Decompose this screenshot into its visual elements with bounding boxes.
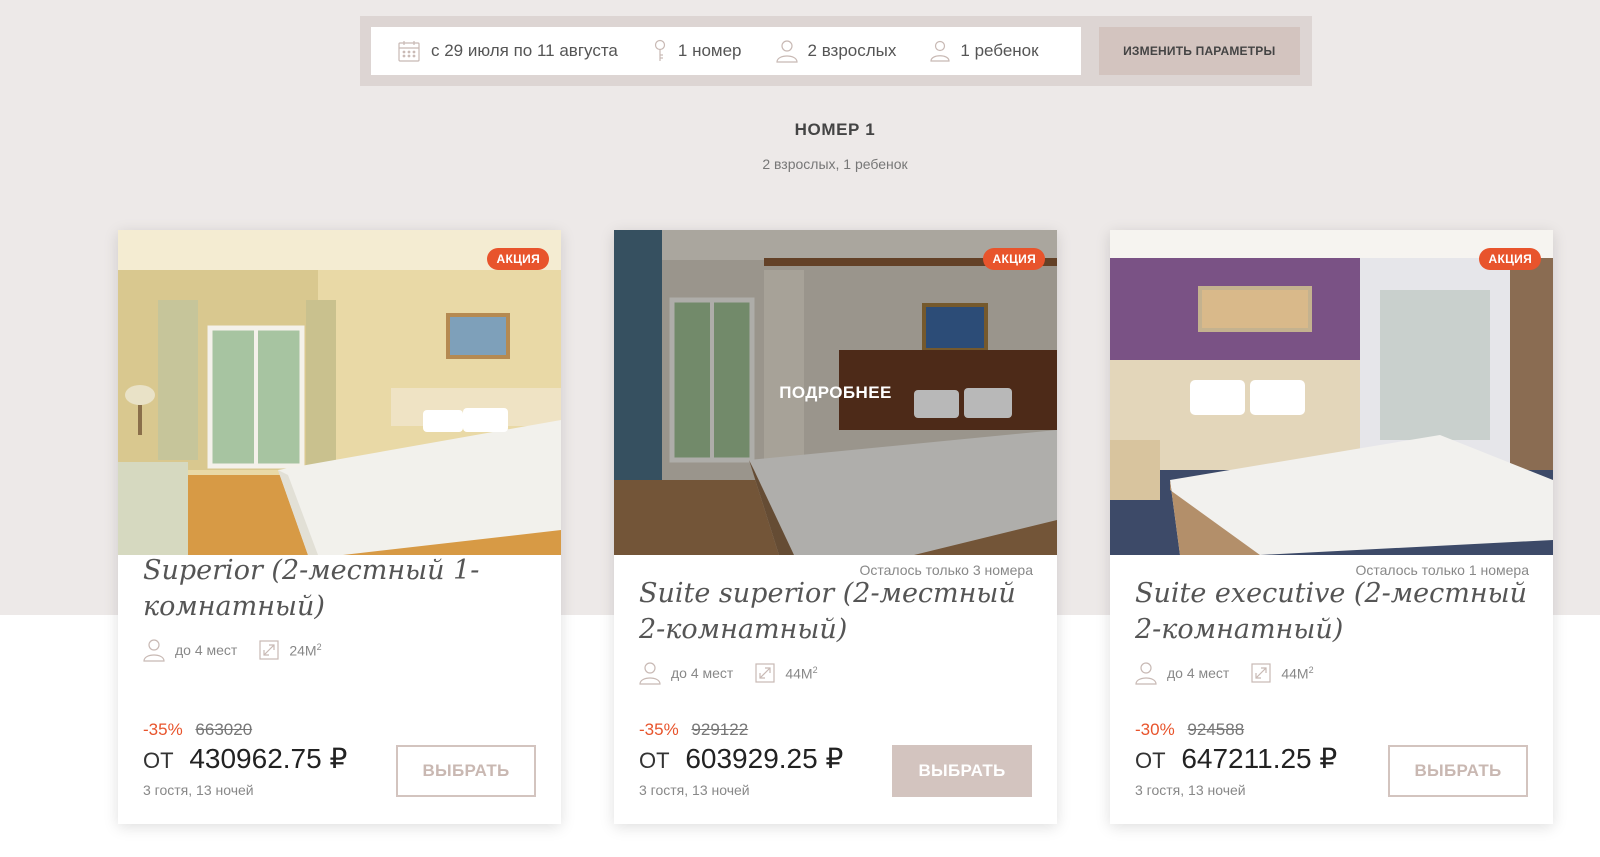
price-value: 603929.25 ₽ <box>685 743 844 774</box>
price-prefix: ОТ <box>639 748 670 773</box>
dates-field[interactable]: с 29 июля по 11 августа <box>397 39 618 63</box>
resize-icon <box>755 663 775 683</box>
old-price: 663020 <box>195 720 253 739</box>
person-icon <box>775 39 798 63</box>
discount-percent: -35% <box>639 720 679 739</box>
discount-line: -35% 663020 <box>143 720 252 740</box>
dates-text: с 29 июля по 11 августа <box>431 41 618 60</box>
promo-badge: АКЦИЯ <box>1479 248 1541 270</box>
children-text: 1 ребенок <box>960 41 1039 60</box>
promo-badge: АКЦИЯ <box>487 248 549 270</box>
discount-line: -30% 924588 <box>1135 720 1244 740</box>
area-text: 44М2 <box>785 664 818 682</box>
room-subtitle: 2 взрослых, 1 ребенок <box>762 156 908 172</box>
capacity-feature: до 4 мест <box>639 661 733 685</box>
search-fields: с 29 июля по 11 августа 1 номер 2 взросл… <box>371 27 1081 75</box>
rooms-text: 1 номер <box>677 41 742 60</box>
discount-percent: -30% <box>1135 720 1175 739</box>
person-icon <box>143 638 165 662</box>
change-parameters-button[interactable]: ИЗМЕНИТЬ ПАРАМЕТРЫ <box>1098 27 1300 75</box>
room-features: до 4 мест 24М2 <box>143 638 344 662</box>
room-name[interactable]: Superior (2-местный 1-комнатный) <box>143 553 543 625</box>
price-value: 647211.25 ₽ <box>1181 743 1338 774</box>
calendar-icon <box>397 39 421 63</box>
details-overlay[interactable]: ПОДРОБНЕЕ <box>614 230 1057 555</box>
price: ОТ 647211.25 ₽ <box>1135 742 1337 775</box>
room-name[interactable]: Suite superior (2-местный 2-комнатный) <box>639 576 1039 648</box>
search-summary-bar: с 29 июля по 11 августа 1 номер 2 взросл… <box>360 16 1312 86</box>
area-feature: 44М2 <box>755 663 818 683</box>
capacity-text: до 4 мест <box>671 665 734 681</box>
price-prefix: ОТ <box>143 748 174 773</box>
rooms-field[interactable]: 1 номер <box>652 39 742 63</box>
guests-nights: 3 гостя, 13 ночей <box>143 782 254 798</box>
room-card: ПОДРОБНЕЕ АКЦИЯ Осталось только 3 номера… <box>614 230 1057 824</box>
room-photo[interactable]: ПОДРОБНЕЕ АКЦИЯ <box>614 230 1057 555</box>
area-text: 44М2 <box>1281 664 1314 682</box>
room-features: до 4 мест 44М2 <box>639 661 840 685</box>
room-card: АКЦИЯ Осталось только 1 номера Suite exe… <box>1110 230 1553 824</box>
room-card: АКЦИЯ Superior (2-местный 1-комнатный) д… <box>118 230 561 824</box>
guests-nights: 3 гостя, 13 ночей <box>639 782 750 798</box>
room-photo[interactable]: АКЦИЯ <box>1110 230 1553 555</box>
promo-badge: АКЦИЯ <box>983 248 1045 270</box>
person-icon <box>639 661 661 685</box>
old-price: 924588 <box>1187 720 1245 739</box>
person-icon <box>1135 661 1157 685</box>
select-button[interactable]: ВЫБРАТЬ <box>396 745 536 797</box>
capacity-feature: до 4 мест <box>143 638 237 662</box>
price-prefix: ОТ <box>1135 748 1166 773</box>
room-photo[interactable]: АКЦИЯ <box>118 230 561 555</box>
adults-text: 2 взрослых <box>807 41 897 60</box>
old-price: 929122 <box>691 720 749 739</box>
area-feature: 44М2 <box>1251 663 1314 683</box>
resize-icon <box>259 640 279 660</box>
capacity-text: до 4 мест <box>1167 665 1230 681</box>
price: ОТ 430962.75 ₽ <box>143 742 347 775</box>
discount-percent: -35% <box>143 720 183 739</box>
area-text: 24М2 <box>289 641 322 659</box>
guests-nights: 3 гостя, 13 ночей <box>1135 782 1246 798</box>
room-name[interactable]: Suite executive (2-местный 2-комнатный) <box>1135 576 1535 648</box>
child-icon <box>930 40 950 62</box>
room-title: НОМЕР 1 <box>794 120 876 139</box>
price: ОТ 603929.25 ₽ <box>639 742 843 775</box>
price-value: 430962.75 ₽ <box>189 743 348 774</box>
select-button[interactable]: ВЫБРАТЬ <box>1388 745 1528 797</box>
capacity-feature: до 4 мест <box>1135 661 1229 685</box>
area-feature: 24М2 <box>259 640 322 660</box>
select-button[interactable]: ВЫБРАТЬ <box>892 745 1032 797</box>
room-features: до 4 мест 44М2 <box>1135 661 1336 685</box>
children-field[interactable]: 1 ребенок <box>930 40 1039 62</box>
resize-icon <box>1251 663 1271 683</box>
discount-line: -35% 929122 <box>639 720 748 740</box>
capacity-text: до 4 мест <box>175 642 238 658</box>
key-icon <box>652 39 668 63</box>
adults-field[interactable]: 2 взрослых <box>775 39 897 63</box>
